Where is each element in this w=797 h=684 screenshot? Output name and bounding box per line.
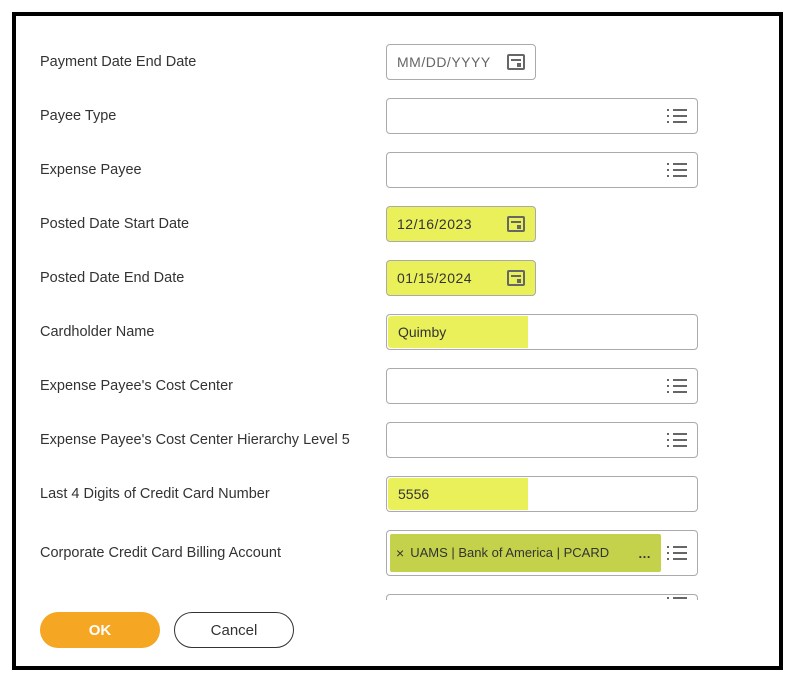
chip-more-icon[interactable]: … [634,546,655,561]
label-payment-date-end: Payment Date End Date [40,54,386,70]
list-icon[interactable] [669,379,687,393]
label-payee-cc-hier5: Expense Payee's Cost Center Hierarchy Le… [40,432,386,448]
row-expense-payee: Expense Payee [40,152,755,188]
row-payee-cc-hier5: Expense Payee's Cost Center Hierarchy Le… [40,422,755,458]
label-billing-account: Corporate Credit Card Billing Account [40,545,386,561]
posted-end-input[interactable]: 01/15/2024 [386,260,536,296]
cardholder-input[interactable]: Quimby [386,314,698,350]
label-expense-payee: Expense Payee [40,162,386,178]
label-posted-start: Posted Date Start Date [40,216,386,232]
label-cardholder: Cardholder Name [40,324,386,340]
row-payee-type: Payee Type [40,98,755,134]
calendar-icon[interactable] [507,270,525,286]
date-value: MM/DD/YYYY [397,54,507,70]
list-icon[interactable] [669,433,687,447]
list-icon[interactable] [669,163,687,177]
input-value: 5556 [388,478,528,510]
expense-payee-input[interactable] [386,152,698,188]
row-posted-end: Posted Date End Date 01/15/2024 [40,260,755,296]
last4-input[interactable]: 5556 [386,476,698,512]
row-cardholder: Cardholder Name Quimby [40,314,755,350]
row-payee-cost-center: Expense Payee's Cost Center [40,368,755,404]
billing-account-chip: × UAMS | Bank of America | PCARD … [390,534,661,572]
payee-cc-hier5-input[interactable] [386,422,698,458]
input-value: Quimby [388,316,528,348]
chip-label: UAMS | Bank of America | PCARD [410,545,634,561]
posted-start-input[interactable]: 12/16/2023 [386,206,536,242]
billing-account-input[interactable]: × UAMS | Bank of America | PCARD … [386,530,698,576]
calendar-icon[interactable] [507,54,525,70]
label-last4: Last 4 Digits of Credit Card Number [40,486,386,502]
list-icon[interactable] [669,109,687,123]
list-icon[interactable] [669,546,687,560]
date-value: 12/16/2023 [397,216,507,232]
button-bar: OK Cancel [40,600,755,648]
row-billing-account: Corporate Credit Card Billing Account × … [40,530,755,576]
calendar-icon[interactable] [507,216,525,232]
filter-dialog: Payment Date End Date MM/DD/YYYY Payee T… [12,12,783,670]
row-posted-start: Posted Date Start Date 12/16/2023 [40,206,755,242]
label-payee-cost-center: Expense Payee's Cost Center [40,378,386,394]
ok-button[interactable]: OK [40,612,160,648]
label-payee-type: Payee Type [40,108,386,124]
payee-cost-center-input[interactable] [386,368,698,404]
date-value: 01/15/2024 [397,270,507,286]
row-payment-date-end: Payment Date End Date MM/DD/YYYY [40,44,755,80]
payee-type-input[interactable] [386,98,698,134]
chip-remove-icon[interactable]: × [396,545,404,561]
row-last4: Last 4 Digits of Credit Card Number 5556 [40,476,755,512]
payment-date-end-input[interactable]: MM/DD/YYYY [386,44,536,80]
label-posted-end: Posted Date End Date [40,270,386,286]
cancel-button[interactable]: Cancel [174,612,294,648]
form-area: Payment Date End Date MM/DD/YYYY Payee T… [40,44,755,600]
